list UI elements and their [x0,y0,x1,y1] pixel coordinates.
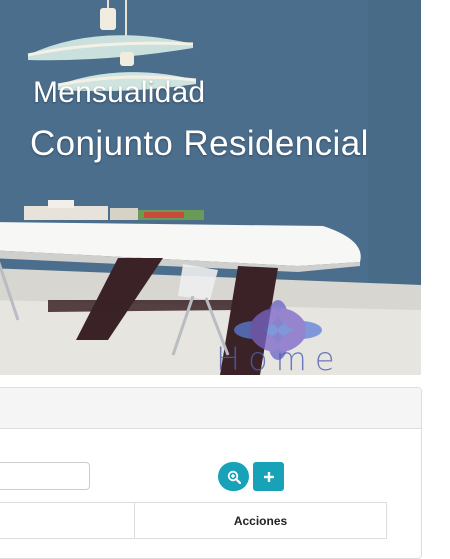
plus-icon [263,471,274,482]
add-button[interactable] [253,462,284,491]
column-header[interactable] [0,503,135,538]
hero-subtitle: Mensualidad [33,76,206,109]
zoom-in-icon [227,470,241,484]
hero-banner: Mensualidad Conjunto Residencial Home [0,0,421,375]
data-table-header: Acciones [0,502,387,539]
search-button[interactable] [218,462,249,491]
home-logo-text: Home [216,340,343,375]
column-header-actions[interactable]: Acciones [135,503,386,538]
hero-background-image [0,0,421,375]
hero-title: Conjunto Residencial [30,124,369,163]
search-input[interactable] [0,462,90,490]
panel-heading [0,388,421,429]
content-panel: Acciones [0,387,422,559]
